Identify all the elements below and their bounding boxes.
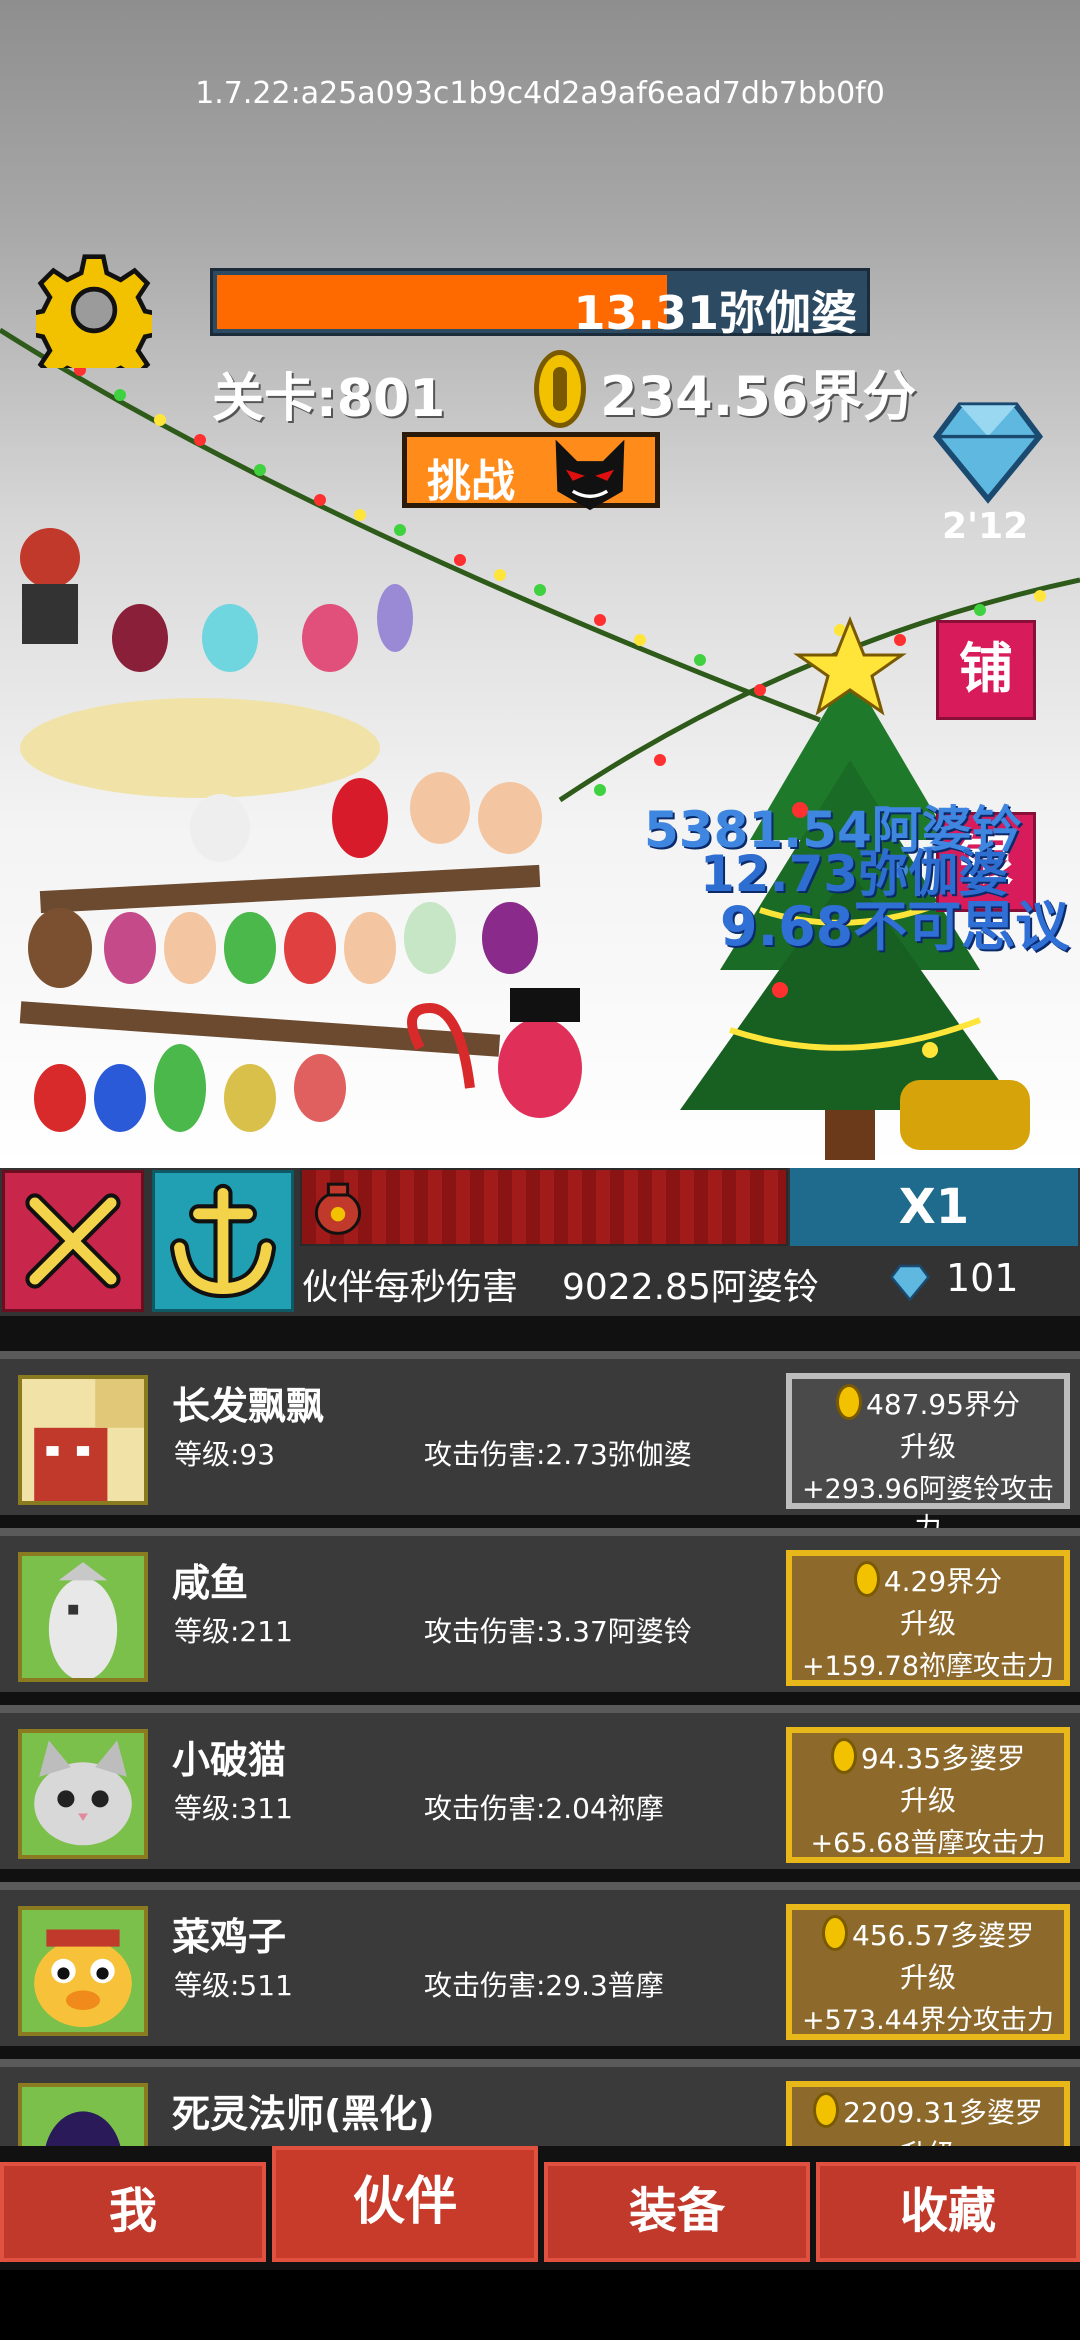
fury-progress-bar xyxy=(300,1168,788,1246)
upgrade-button[interactable]: 487.95界分 升级 +293.96阿婆铃攻击力 xyxy=(786,1373,1070,1544)
treasure-bag-icon xyxy=(314,1182,362,1235)
control-panel: X1 伙伴每秒伤害 9022.85阿婆铃 101 xyxy=(0,1168,1080,1316)
partner-row: 死灵法师(黑化) 2209.31多婆罗 升级 xyxy=(0,2059,1080,2146)
tab-me[interactable]: 我 xyxy=(0,2162,266,2262)
auto-cycle-button[interactable] xyxy=(152,1170,294,1312)
stage-label: 关卡:801 xyxy=(212,369,446,429)
crossed-swords-button[interactable] xyxy=(2,1170,144,1312)
upgrade-cost: 456.57多婆罗 xyxy=(792,1914,1064,1954)
partner-attack: 攻击伤害:2.04祢摩 xyxy=(424,1792,664,1825)
partner-avatar xyxy=(18,1906,148,2036)
partner-attack: 攻击伤害:3.37阿婆铃 xyxy=(424,1615,692,1648)
anchor-icon xyxy=(169,1183,277,1299)
shop-button[interactable]: 铺 xyxy=(936,620,1036,720)
dps-value: 9022.85阿婆铃 xyxy=(562,1267,819,1308)
upgrade-label: 升级 xyxy=(899,1430,956,1463)
partner-attack: 攻击伤害:29.3普摩 xyxy=(424,1969,664,2002)
partner-level: 等级:511 xyxy=(174,1969,293,2002)
partner-avatar xyxy=(18,1729,148,1859)
gem-count: 101 xyxy=(946,1256,1019,1300)
partner-name: 死灵法师(黑化) xyxy=(172,2092,435,2136)
partner-avatar xyxy=(18,1375,148,1505)
upgrade-button[interactable]: 94.35多婆罗 升级 +65.68普摩攻击力 xyxy=(786,1727,1070,1863)
partner-avatar xyxy=(18,2083,148,2146)
partner-level: 等级:311 xyxy=(174,1792,293,1825)
upgrade-cost: 94.35多婆罗 xyxy=(792,1737,1064,1777)
partner-row: 咸鱼 等级:211 攻击伤害:3.37阿婆铃 4.29界分 升级 +159.78… xyxy=(0,1528,1080,1692)
coin-icon xyxy=(836,1384,862,1420)
partner-level: 等级:211 xyxy=(174,1615,293,1648)
coin-icon xyxy=(813,2092,840,2128)
game-scene[interactable]: 1.7.22:a25a093c1b9c4d2a9af6ead7db7bb0f0 … xyxy=(0,0,1080,1168)
demon-cat-icon xyxy=(555,439,625,511)
tab-equipment[interactable]: 装备 xyxy=(544,2162,810,2262)
partner-attack: 攻击伤害:2.73弥伽婆 xyxy=(424,1438,692,1471)
partner-name: 长发飘飘 xyxy=(172,1384,325,1428)
version-text: 1.7.22:a25a093c1b9c4d2a9af6ead7db7bb0f0 xyxy=(195,76,885,111)
diamond-gift-icon[interactable] xyxy=(930,394,1046,506)
upgrade-button[interactable]: 456.57多婆罗 升级 +573.44界分攻击力 xyxy=(786,1904,1070,2040)
upgrade-button[interactable]: 4.29界分 升级 +159.78祢摩攻击力 xyxy=(786,1550,1070,1686)
damage-text: 9.68不可思议 xyxy=(720,895,1070,958)
challenge-label: 挑战 xyxy=(427,456,515,507)
partner-avatar xyxy=(18,1552,148,1682)
partner-list[interactable]: 长发飘飘 等级:93 攻击伤害:2.73弥伽婆 487.95界分 升级 +293… xyxy=(0,1316,1080,2146)
partner-crowd xyxy=(19,528,582,1132)
upgrade-bonus: +573.44界分攻击力 xyxy=(801,2005,1055,2036)
dps-label: 伙伴每秒伤害 xyxy=(302,1267,519,1308)
upgrade-label: 升级 xyxy=(792,2133,1064,2146)
tab-collection[interactable]: 收藏 xyxy=(816,2162,1080,2262)
gold-amount: 234.56界分 xyxy=(600,365,917,428)
partner-level: 等级:93 xyxy=(174,1438,276,1471)
coin-icon xyxy=(822,1915,848,1951)
boss-hp-text: 13.31弥伽婆 xyxy=(573,286,857,340)
coin-icon xyxy=(853,1561,880,1597)
upgrade-cost: 487.95界分 xyxy=(792,1383,1064,1423)
upgrade-cost: 4.29界分 xyxy=(792,1560,1064,1600)
gold-coin-icon xyxy=(534,350,586,428)
upgrade-cost: 2209.31多婆罗 xyxy=(792,2091,1064,2131)
partner-row: 菜鸡子 等级:511 攻击伤害:29.3普摩 456.57多婆罗 升级 +573… xyxy=(0,1882,1080,2046)
partner-name: 小破猫 xyxy=(172,1738,287,1782)
crossed-swords-icon xyxy=(25,1193,121,1289)
boss-hp-bar: 13.31弥伽婆 xyxy=(210,268,870,340)
multiplier-button[interactable]: X1 xyxy=(790,1168,1078,1246)
upgrade-label: 升级 xyxy=(899,1784,956,1817)
diamond-icon xyxy=(890,1264,930,1302)
coin-icon xyxy=(830,1738,857,1774)
partner-name: 菜鸡子 xyxy=(172,1915,287,1959)
settings-gear-icon[interactable] xyxy=(36,252,152,368)
upgrade-button[interactable]: 2209.31多婆罗 升级 xyxy=(786,2081,1070,2146)
tab-partners[interactable]: 伙伴 xyxy=(272,2146,538,2262)
bottom-tab-bar: 我 伙伴 装备 收藏 xyxy=(0,2146,1080,2270)
partner-row: 小破猫 等级:311 攻击伤害:2.04祢摩 94.35多婆罗 升级 +65.6… xyxy=(0,1705,1080,1869)
upgrade-bonus: +159.78祢摩攻击力 xyxy=(801,1651,1055,1682)
partner-name: 咸鱼 xyxy=(172,1561,249,1605)
challenge-button[interactable]: 挑战 xyxy=(402,432,660,511)
upgrade-label: 升级 xyxy=(899,1961,956,1994)
partner-row: 长发飘飘 等级:93 攻击伤害:2.73弥伽婆 487.95界分 升级 +293… xyxy=(0,1351,1080,1544)
gem-timer: 2'12 xyxy=(942,506,1029,547)
upgrade-label: 升级 xyxy=(899,1607,956,1640)
upgrade-bonus: +65.68普摩攻击力 xyxy=(810,1828,1046,1859)
